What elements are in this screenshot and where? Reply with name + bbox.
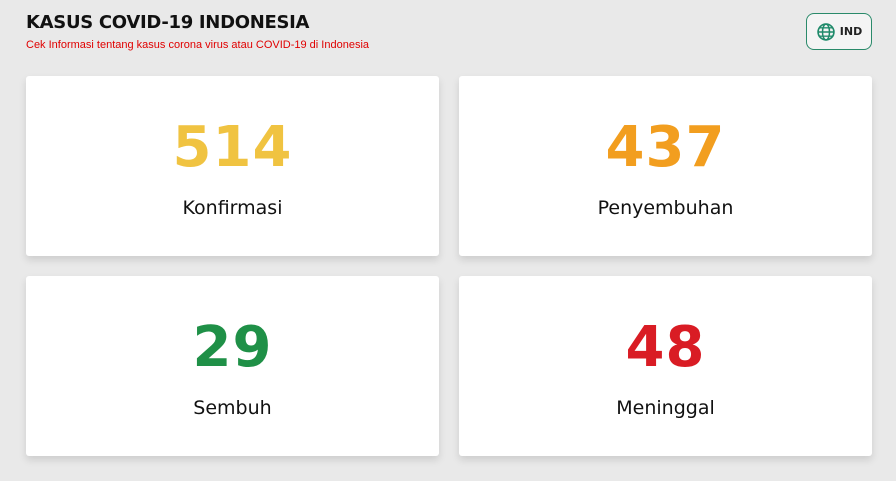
stat-label: Meninggal (616, 397, 715, 419)
page-subtitle: Cek Informasi tentang kasus corona virus… (26, 39, 370, 51)
stat-card-deaths: 48 Meninggal (459, 276, 872, 456)
language-label: IND (839, 25, 863, 38)
stat-label: Konfirmasi (182, 197, 283, 219)
stat-value: 437 (605, 115, 726, 180)
stat-label: Sembuh (193, 397, 272, 419)
stat-value: 29 (192, 315, 273, 380)
stat-card-recovering: 437 Penyembuhan (459, 76, 872, 256)
page-title: KASUS COVID-19 INDONESIA (26, 12, 310, 33)
globe-icon (817, 22, 835, 41)
stat-card-confirmed: 514 Konfirmasi (26, 76, 439, 256)
stat-value: 48 (625, 315, 706, 380)
stat-value: 514 (172, 115, 293, 180)
language-button[interactable]: IND (806, 13, 872, 50)
stat-label: Penyembuhan (597, 197, 734, 219)
stat-card-recovered: 29 Sembuh (26, 276, 439, 456)
page-header: KASUS COVID-19 INDONESIA Cek Informasi t… (26, 12, 369, 51)
